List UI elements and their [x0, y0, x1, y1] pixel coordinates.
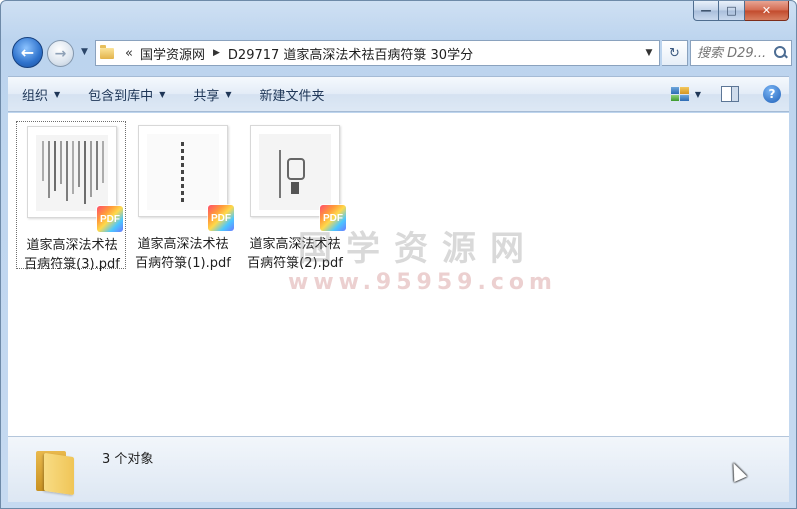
toolbar-right: ▼ ?: [665, 77, 789, 111]
back-button[interactable]: ←: [12, 37, 43, 68]
breadcrumb-item-root[interactable]: 国学资源网: [140, 44, 205, 63]
maximize-icon: □: [726, 4, 737, 17]
new-folder-label: 新建文件夹: [259, 88, 325, 104]
scan-text-column: [102, 141, 104, 183]
help-icon[interactable]: ?: [763, 85, 781, 103]
search-input[interactable]: [697, 45, 771, 61]
share-button[interactable]: 共享 ▼: [179, 77, 245, 111]
share-label: 共享: [193, 88, 220, 104]
breadcrumb-item-current[interactable]: D29717 道家高深法术祛百病符箓 30学分: [228, 44, 473, 63]
preview-pane-icon[interactable]: [721, 86, 739, 102]
pdf-badge-icon: PDF: [208, 205, 234, 231]
scan-text-column: [60, 141, 62, 184]
refresh-icon: ↻: [669, 45, 680, 61]
organize-button[interactable]: 组织 ▼: [8, 77, 74, 111]
file-name: 道家高深法术祛 百病符箓(2).pdf: [240, 235, 350, 273]
file-item[interactable]: PDF 道家高深法术祛 百病符箓(2).pdf: [240, 121, 350, 271]
item-count: 3 个对象: [102, 452, 154, 467]
scan-text-column: [78, 141, 80, 187]
file-item[interactable]: PDF 道家高深法术祛 百病符箓(1).pdf: [128, 121, 238, 271]
pdf-thumbnail: [138, 125, 228, 217]
back-arrow-icon: ←: [20, 43, 35, 62]
explorer-window: — □ ✕ ← → ▼ « 国学资源网 ▶ D29717 道家高深法术祛百病符箓…: [0, 0, 797, 509]
chevron-down-icon: ▼: [54, 89, 61, 99]
scan-text-column: [84, 141, 86, 204]
refresh-button[interactable]: ↻: [662, 40, 688, 66]
file-name-line: 道家高深法术祛: [137, 237, 229, 252]
forward-arrow-icon: →: [54, 45, 67, 62]
file-name-line: 百病符箓(1).pdf: [135, 256, 231, 271]
view-options-chevron-icon[interactable]: ▼: [695, 90, 701, 99]
chevron-down-icon: ▼: [225, 89, 232, 99]
scan-text-column: [72, 141, 74, 194]
minimize-icon: —: [700, 4, 712, 17]
scan-text-column: [48, 141, 50, 198]
command-bar: 组织 ▼ 包含到库中 ▼ 共享 ▼ 新建文件夹 ▼ ?: [8, 76, 789, 112]
close-button[interactable]: ✕: [745, 1, 789, 21]
caption-buttons: — □ ✕: [693, 1, 789, 23]
chevron-down-icon: ▼: [159, 89, 166, 99]
file-name-line: 百病符箓(3).pdf: [24, 257, 120, 272]
breadcrumb-overflow[interactable]: «: [125, 46, 133, 61]
recent-pages-button[interactable]: ▼: [81, 47, 88, 57]
file-list-pane[interactable]: PDF 道家高深法术祛 百病符箓(3).pdf PDF 道家高深法术祛 百病符箓…: [8, 113, 789, 436]
search-icon[interactable]: [773, 45, 789, 61]
minimize-button[interactable]: —: [693, 1, 719, 21]
file-item[interactable]: PDF 道家高深法术祛 百病符箓(3).pdf: [16, 121, 126, 272]
breadcrumb-arrow-icon[interactable]: ▶: [213, 48, 220, 58]
pdf-badge-icon: PDF: [97, 206, 123, 232]
include-in-library-label: 包含到库中: [88, 88, 154, 104]
scan-text-column: [66, 141, 68, 201]
details-pane: 3 个对象: [8, 436, 789, 502]
pdf-thumbnail: [250, 125, 340, 217]
file-name: 道家高深法术祛 百病符箓(1).pdf: [128, 235, 238, 273]
watermark-url: www.95959.com: [288, 270, 557, 295]
search-box[interactable]: [690, 40, 792, 66]
file-name-line: 道家高深法术祛: [26, 238, 118, 253]
maximize-button[interactable]: □: [719, 1, 745, 21]
address-dropdown-icon[interactable]: ▼: [639, 48, 659, 58]
scan-text-column: [54, 141, 56, 191]
folder-icon: [34, 447, 74, 496]
include-in-library-button[interactable]: 包含到库中 ▼: [74, 77, 179, 111]
address-bar[interactable]: « 国学资源网 ▶ D29717 道家高深法术祛百病符箓 30学分 ▼: [95, 40, 660, 66]
new-folder-button[interactable]: 新建文件夹: [246, 77, 339, 111]
scan-text-column: [42, 141, 44, 181]
file-name-line: 道家高深法术祛: [249, 237, 341, 252]
file-name: 道家高深法术祛 百病符箓(3).pdf: [17, 236, 127, 274]
close-icon: ✕: [761, 4, 772, 17]
organize-label: 组织: [22, 88, 49, 104]
scan-text-column: [90, 141, 92, 197]
navigation-row: ← → ▼ « 国学资源网 ▶ D29717 道家高深法术祛百病符箓 30学分 …: [9, 35, 792, 69]
address-folder-icon: [96, 41, 118, 65]
pdf-badge-icon: PDF: [320, 205, 346, 231]
change-view-icon[interactable]: [670, 87, 689, 101]
forward-button[interactable]: →: [47, 40, 74, 67]
file-name-line: 百病符箓(2).pdf: [247, 256, 343, 271]
pdf-thumbnail: [27, 126, 117, 218]
scan-text-column: [96, 141, 98, 190]
